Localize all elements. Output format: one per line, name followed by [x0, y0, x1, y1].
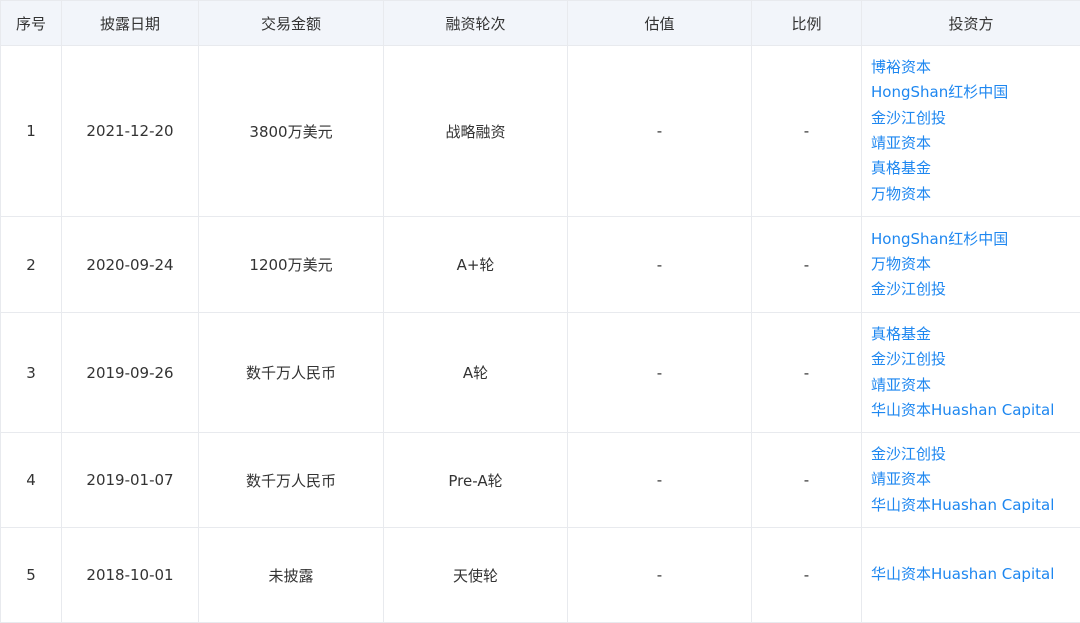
- cell-index: 3: [1, 313, 62, 433]
- investor-list: 博裕资本HongShan红杉中国金沙江创投靖亚资本真格基金万物资本: [871, 55, 1080, 207]
- header-amount: 交易金额: [199, 1, 384, 46]
- cell-round: 天使轮: [384, 528, 568, 623]
- cell-date: 2019-09-26: [62, 313, 199, 433]
- header-valuation: 估值: [568, 1, 752, 46]
- investor-link[interactable]: HongShan红杉中国: [871, 227, 1080, 252]
- investor-link[interactable]: 华山资本Huashan Capital: [871, 493, 1080, 518]
- table-row: 22020-09-241200万美元A+轮--HongShan红杉中国万物资本金…: [1, 217, 1080, 313]
- investor-link[interactable]: 金沙江创投: [871, 106, 1080, 131]
- header-round: 融资轮次: [384, 1, 568, 46]
- cell-index: 4: [1, 433, 62, 528]
- cell-ratio: -: [752, 46, 862, 217]
- cell-ratio: -: [752, 528, 862, 623]
- cell-investors: 金沙江创投靖亚资本华山资本Huashan Capital: [862, 433, 1080, 528]
- cell-amount: 未披露: [199, 528, 384, 623]
- cell-index: 2: [1, 217, 62, 313]
- cell-amount: 数千万人民币: [199, 433, 384, 528]
- cell-investors: 华山资本Huashan Capital: [862, 528, 1080, 623]
- cell-round: A+轮: [384, 217, 568, 313]
- cell-index: 1: [1, 46, 62, 217]
- cell-round: Pre-A轮: [384, 433, 568, 528]
- investor-link[interactable]: 靖亚资本: [871, 131, 1080, 156]
- investor-link[interactable]: 博裕资本: [871, 55, 1080, 80]
- cell-valuation: -: [568, 313, 752, 433]
- investor-link[interactable]: 万物资本: [871, 182, 1080, 207]
- header-index: 序号: [1, 1, 62, 46]
- cell-valuation: -: [568, 46, 752, 217]
- cell-investors: HongShan红杉中国万物资本金沙江创投: [862, 217, 1080, 313]
- header-row: 序号 披露日期 交易金额 融资轮次 估值 比例 投资方: [1, 1, 1080, 46]
- investor-link[interactable]: HongShan红杉中国: [871, 80, 1080, 105]
- cell-round: A轮: [384, 313, 568, 433]
- table-body: 12021-12-203800万美元战略融资--博裕资本HongShan红杉中国…: [1, 46, 1080, 623]
- header-investors: 投资方: [862, 1, 1080, 46]
- header-ratio: 比例: [752, 1, 862, 46]
- investor-list: 华山资本Huashan Capital: [871, 562, 1080, 587]
- investor-link[interactable]: 华山资本Huashan Capital: [871, 398, 1080, 423]
- investor-link[interactable]: 靖亚资本: [871, 373, 1080, 398]
- investor-link[interactable]: 真格基金: [871, 156, 1080, 181]
- table-row: 32019-09-26数千万人民币A轮--真格基金金沙江创投靖亚资本华山资本Hu…: [1, 313, 1080, 433]
- cell-date: 2018-10-01: [62, 528, 199, 623]
- cell-investors: 真格基金金沙江创投靖亚资本华山资本Huashan Capital: [862, 313, 1080, 433]
- investor-link[interactable]: 华山资本Huashan Capital: [871, 562, 1080, 587]
- investor-link[interactable]: 真格基金: [871, 322, 1080, 347]
- cell-valuation: -: [568, 217, 752, 313]
- cell-ratio: -: [752, 433, 862, 528]
- investor-link[interactable]: 万物资本: [871, 252, 1080, 277]
- cell-valuation: -: [568, 528, 752, 623]
- cell-ratio: -: [752, 217, 862, 313]
- investor-list: 真格基金金沙江创投靖亚资本华山资本Huashan Capital: [871, 322, 1080, 423]
- cell-amount: 3800万美元: [199, 46, 384, 217]
- funding-table: 序号 披露日期 交易金额 融资轮次 估值 比例 投资方 12021-12-203…: [0, 0, 1080, 623]
- table-row: 42019-01-07数千万人民币Pre-A轮--金沙江创投靖亚资本华山资本Hu…: [1, 433, 1080, 528]
- cell-ratio: -: [752, 313, 862, 433]
- cell-index: 5: [1, 528, 62, 623]
- table-header: 序号 披露日期 交易金额 融资轮次 估值 比例 投资方: [1, 1, 1080, 46]
- cell-round: 战略融资: [384, 46, 568, 217]
- investor-link[interactable]: 金沙江创投: [871, 277, 1080, 302]
- investor-link[interactable]: 靖亚资本: [871, 467, 1080, 492]
- cell-amount: 1200万美元: [199, 217, 384, 313]
- cell-amount: 数千万人民币: [199, 313, 384, 433]
- cell-valuation: -: [568, 433, 752, 528]
- header-date: 披露日期: [62, 1, 199, 46]
- cell-date: 2020-09-24: [62, 217, 199, 313]
- investor-list: HongShan红杉中国万物资本金沙江创投: [871, 227, 1080, 303]
- table-row: 12021-12-203800万美元战略融资--博裕资本HongShan红杉中国…: [1, 46, 1080, 217]
- investor-link[interactable]: 金沙江创投: [871, 442, 1080, 467]
- table-row: 52018-10-01未披露天使轮--华山资本Huashan Capital: [1, 528, 1080, 623]
- cell-date: 2021-12-20: [62, 46, 199, 217]
- investor-link[interactable]: 金沙江创投: [871, 347, 1080, 372]
- cell-investors: 博裕资本HongShan红杉中国金沙江创投靖亚资本真格基金万物资本: [862, 46, 1080, 217]
- cell-date: 2019-01-07: [62, 433, 199, 528]
- investor-list: 金沙江创投靖亚资本华山资本Huashan Capital: [871, 442, 1080, 518]
